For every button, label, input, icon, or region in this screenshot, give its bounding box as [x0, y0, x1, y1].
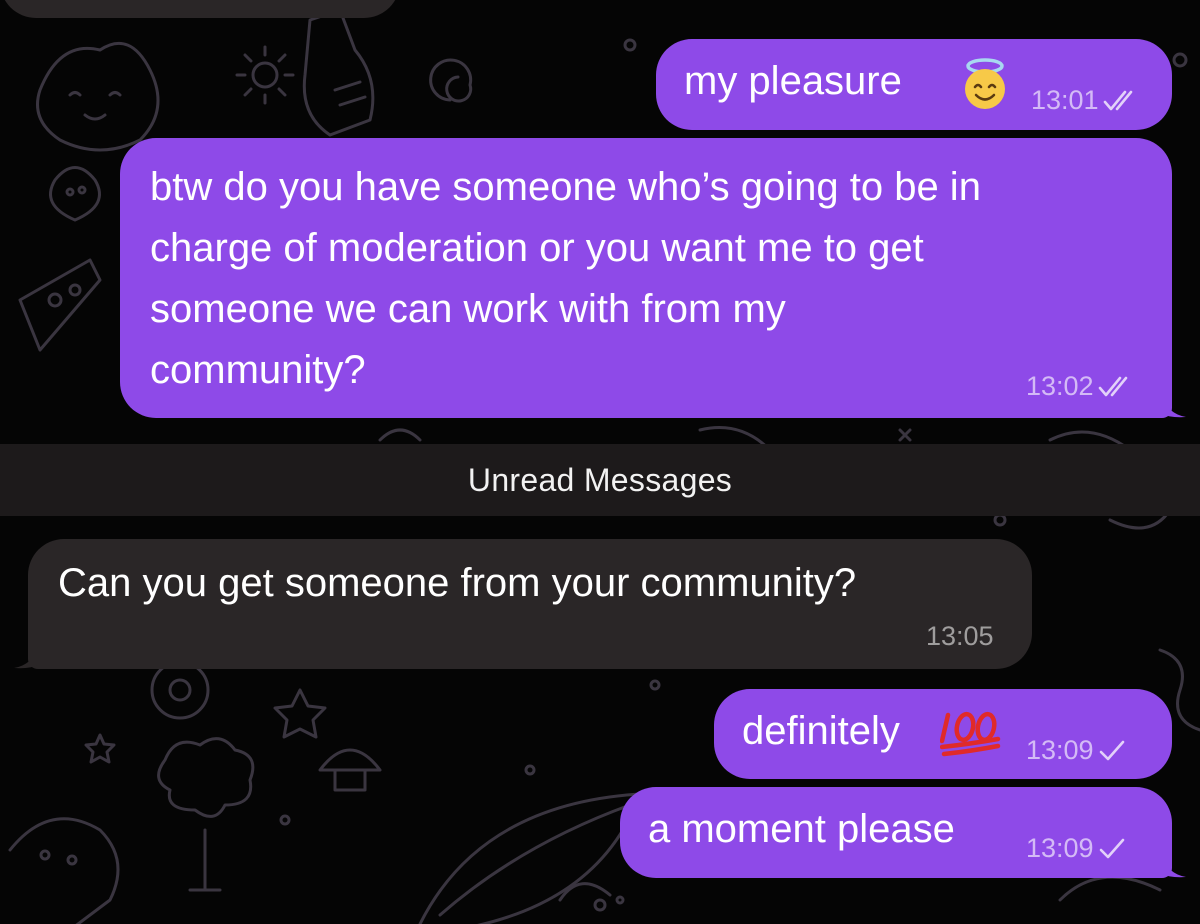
- message-meta: 13:05: [926, 621, 994, 652]
- message-line: btw do you have someone who’s going to b…: [150, 165, 981, 209]
- message-text: Can you get someone from your community?: [58, 561, 857, 605]
- previous-message-bubble[interactable]: [0, 0, 400, 18]
- message-text: definitely: [742, 709, 900, 753]
- double-check-icon: [1098, 376, 1127, 396]
- bubble-tail: [1162, 856, 1186, 878]
- bubble-tail: [14, 647, 38, 669]
- check-icon: [1099, 838, 1124, 858]
- message-bubble-outgoing[interactable]: my pleasure 13:01: [656, 39, 1172, 130]
- message-time: 13:09: [1026, 833, 1094, 863]
- check-icon: [1099, 740, 1124, 760]
- message-bubble-outgoing[interactable]: btw do you have someone who’s going to b…: [120, 138, 1172, 418]
- hundred-points-icon: [940, 711, 1001, 757]
- message-meta: 13:09: [1026, 735, 1126, 766]
- message-text: my pleasure: [684, 59, 902, 103]
- message-meta: 13:01: [1031, 85, 1139, 116]
- unread-messages-label: Unread Messages: [467, 461, 733, 498]
- message-text: a moment please: [648, 807, 955, 851]
- double-check-icon: [1103, 90, 1132, 110]
- message-time: 13:01: [1031, 85, 1099, 115]
- unread-messages-divider: Unread Messages: [0, 444, 1200, 516]
- message-line: charge of moderation or you want me to g…: [150, 226, 924, 270]
- chat-window[interactable]: my pleasure 13:01 btw do you have someon…: [0, 0, 1200, 924]
- message-time: 13:02: [1026, 371, 1094, 401]
- message-meta: 13:02: [1026, 371, 1134, 402]
- message-bubble-outgoing[interactable]: a moment please 13:09: [620, 787, 1172, 878]
- message-time: 13:05: [926, 621, 994, 651]
- message-bubble-outgoing[interactable]: definitely 13:09: [714, 689, 1172, 779]
- message-meta: 13:09: [1026, 833, 1126, 864]
- bubble-tail: [1162, 396, 1186, 418]
- message-bubble-incoming[interactable]: Can you get someone from your community?…: [28, 539, 1032, 669]
- smiling-face-with-halo-icon: [965, 58, 1005, 109]
- message-line: community?: [150, 348, 366, 392]
- message-text-block: btw do you have someone who’s going to b…: [150, 157, 981, 401]
- message-time: 13:09: [1026, 735, 1094, 765]
- message-line: someone we can work with from my: [150, 287, 786, 331]
